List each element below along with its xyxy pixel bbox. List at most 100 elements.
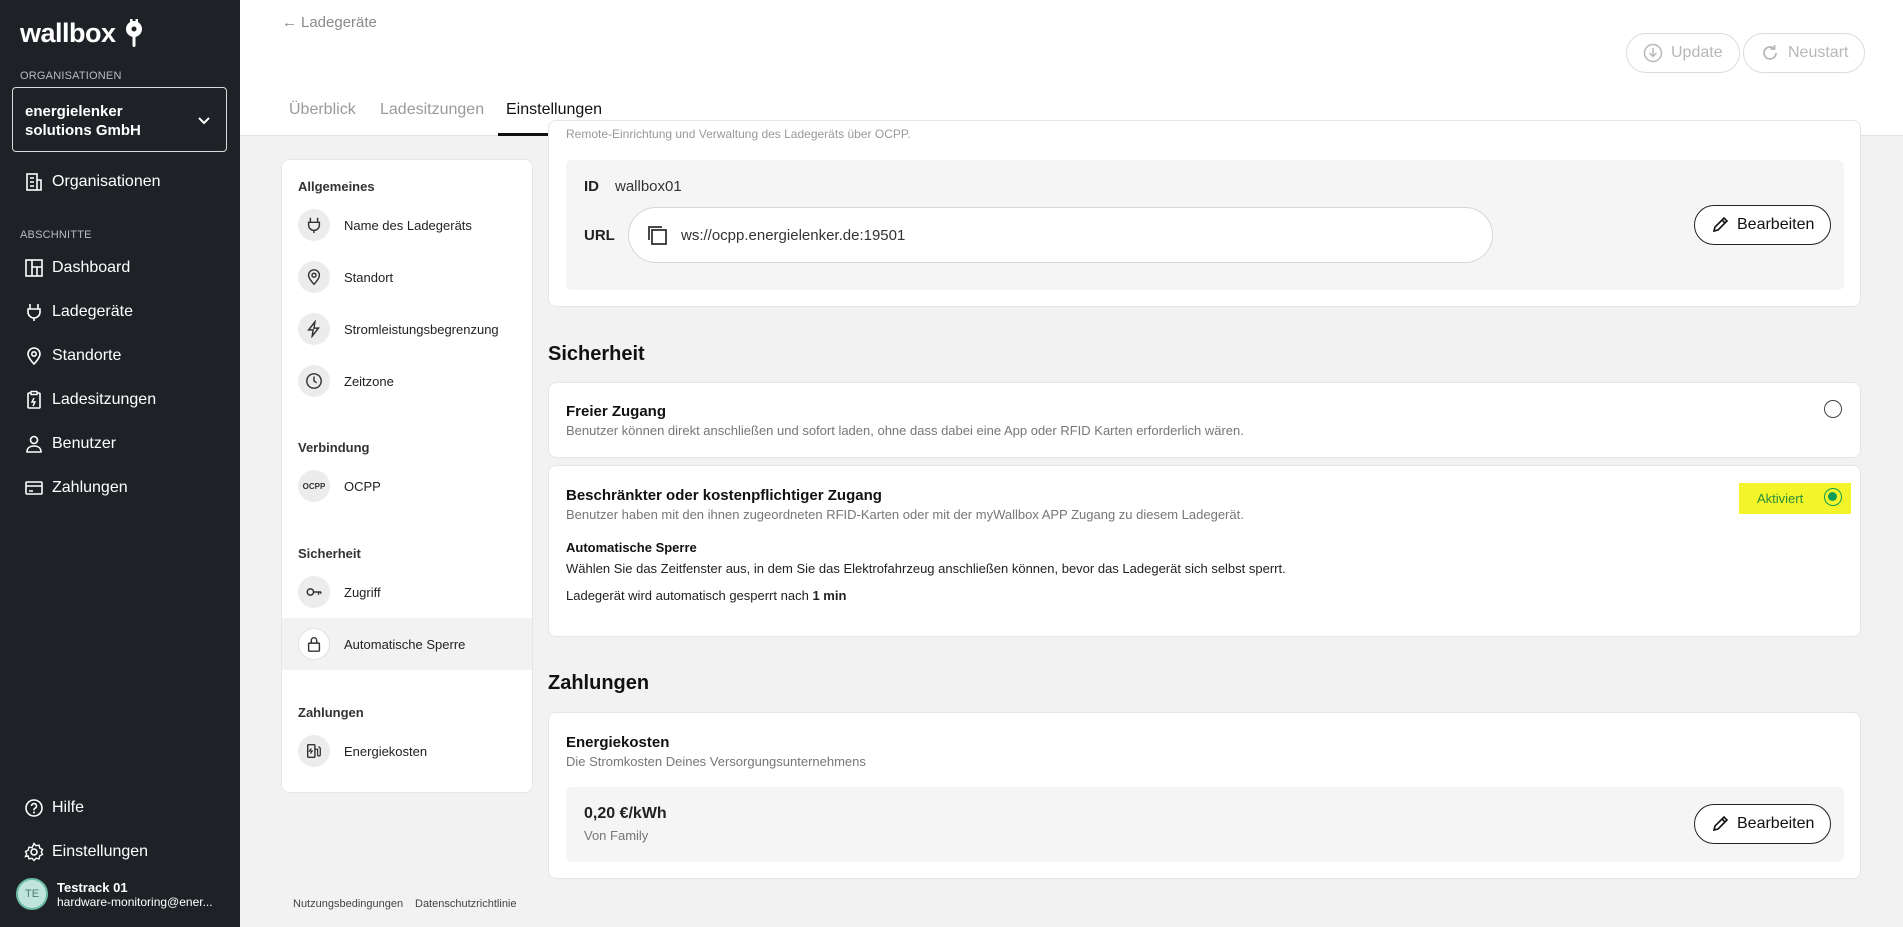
- sidebar-item-label: Ladesitzungen: [52, 391, 157, 408]
- wallbox-logo[interactable]: wallbox: [20, 18, 148, 49]
- sidebar-item-label: Dashboard: [52, 259, 131, 276]
- ocpp-edit-button[interactable]: Bearbeiten: [1694, 205, 1832, 245]
- settings-item-label: Automatische Sperre: [344, 636, 466, 652]
- settings-item-automatische-sperre[interactable]: Automatische Sperre: [282, 618, 532, 670]
- page-header: ← Ladegeräte Update Neustart Überblick L…: [240, 0, 1903, 136]
- user-email: hardware-monitoring@ener...: [57, 894, 213, 909]
- privacy-link[interactable]: Datenschutzrichtlinie: [415, 898, 517, 910]
- sections-label: ABSCHNITTE: [20, 229, 92, 241]
- sidebar: wallbox ORGANISATIONEN energielenker sol…: [0, 0, 240, 927]
- sidebar-item-label: Organisationen: [52, 173, 161, 190]
- sidebar-item-label: Einstellungen: [52, 843, 149, 860]
- auto-lock-description: Wählen Sie das Zeitfenster aus, in dem S…: [566, 561, 1286, 576]
- sidebar-item-einstellungen[interactable]: Einstellungen: [12, 835, 228, 869]
- settings-item-ocpp[interactable]: OCPP OCPP: [282, 460, 532, 512]
- terms-link[interactable]: Nutzungsbedingungen: [293, 898, 403, 910]
- restart-button-label: Neustart: [1788, 44, 1849, 61]
- update-button[interactable]: Update: [1626, 33, 1740, 73]
- energy-price-box: 0,20 €/kWh Von Family Bearbeiten: [566, 787, 1844, 862]
- sidebar-item-label: Standorte: [52, 347, 122, 364]
- settings-item-name[interactable]: Name des Ladegeräts: [282, 199, 532, 251]
- energy-edit-label: Bearbeiten: [1737, 815, 1815, 832]
- tab-ladesitzungen[interactable]: Ladesitzungen: [380, 101, 484, 119]
- user-profile[interactable]: TE Testrack 01 hardware-monitoring@ener.…: [16, 878, 213, 910]
- auto-lock-prefix: Ladegerät wird automatisch gesperrt nach: [566, 588, 809, 603]
- settings-item-label: Zeitzone: [344, 373, 394, 389]
- chevron-down-icon: [198, 117, 210, 125]
- settings-item-label: Standort: [344, 269, 394, 285]
- organisation-selector[interactable]: energielenker solutions GmbH: [12, 87, 227, 152]
- sidebar-item-dashboard[interactable]: Dashboard: [12, 251, 228, 285]
- bolt-icon: [298, 313, 330, 345]
- pencil-icon: [1712, 815, 1729, 832]
- restricted-access-radio[interactable]: [1824, 488, 1842, 506]
- lock-icon: [298, 628, 330, 660]
- settings-group-sicherheit: Sicherheit: [298, 546, 361, 561]
- ocpp-url-label: URL: [584, 227, 615, 244]
- restricted-access-title: Beschränkter oder kostenpflichtiger Zuga…: [566, 487, 882, 504]
- settings-group-zahlungen: Zahlungen: [298, 705, 364, 720]
- download-circle-icon: [1643, 43, 1663, 63]
- sidebar-item-label: Zahlungen: [52, 479, 128, 496]
- settings-item-label: Stromleistungsbegrenzung: [344, 321, 499, 337]
- auto-lock-value: 1 min: [812, 588, 847, 603]
- settings-item-zugriff[interactable]: Zugriff: [282, 566, 532, 618]
- avatar: TE: [16, 878, 48, 910]
- ocpp-card: Remote-Einrichtung und Verwaltung des La…: [548, 120, 1861, 307]
- sidebar-item-hilfe[interactable]: Hilfe: [12, 791, 228, 825]
- clock-icon: [298, 365, 330, 397]
- settings-item-zeitzone[interactable]: Zeitzone: [282, 355, 532, 407]
- settings-item-stromleistung[interactable]: Stromleistungsbegrenzung: [282, 303, 532, 355]
- gear-icon: [24, 842, 44, 862]
- restart-button[interactable]: Neustart: [1743, 33, 1866, 73]
- organisation-name: energielenker solutions GmbH: [25, 103, 141, 139]
- energy-edit-button[interactable]: Bearbeiten: [1694, 804, 1832, 844]
- sidebar-item-organisationen[interactable]: Organisationen: [12, 165, 228, 199]
- free-access-card[interactable]: Freier Zugang Benutzer können direkt ans…: [548, 382, 1861, 458]
- sidebar-item-label: Ladegeräte: [52, 303, 133, 320]
- ocpp-connection-box: ID wallbox01 URL ws://ocpp.energielenker…: [566, 160, 1844, 290]
- settings-item-standort[interactable]: Standort: [282, 251, 532, 303]
- restricted-access-description: Benutzer haben mit den ihnen zugeordnete…: [566, 507, 1244, 522]
- settings-nav: Allgemeines Name des Ladegeräts Standort…: [281, 159, 533, 793]
- ocpp-url-field[interactable]: ws://ocpp.energielenker.de:19501: [628, 207, 1493, 263]
- charger-icon: [298, 735, 330, 767]
- energy-cost-card: Energiekosten Die Stromkosten Deines Ver…: [548, 712, 1861, 879]
- restricted-access-card[interactable]: Beschränkter oder kostenpflichtiger Zuga…: [548, 465, 1861, 637]
- ocpp-url-value: ws://ocpp.energielenker.de:19501: [681, 226, 906, 244]
- energy-cost-description: Die Stromkosten Deines Versorgungsuntern…: [566, 754, 866, 769]
- settings-item-label: OCPP: [344, 478, 381, 494]
- plug-icon: [27, 304, 41, 321]
- sidebar-item-ladesitzungen[interactable]: Ladesitzungen: [12, 383, 228, 417]
- sidebar-item-standorte[interactable]: Standorte: [12, 339, 228, 373]
- free-access-title: Freier Zugang: [566, 403, 667, 420]
- sidebar-item-ladegeraete[interactable]: Ladegeräte: [12, 295, 228, 329]
- payments-heading: Zahlungen: [548, 672, 650, 694]
- energy-price: 0,20 €/kWh: [584, 805, 667, 822]
- settings-item-label: Zugriff: [344, 584, 381, 600]
- settings-group-allgemeines: Allgemeines: [298, 179, 375, 194]
- ocpp-icon-text: OCPP: [302, 481, 326, 491]
- auto-lock-title: Automatische Sperre: [566, 540, 697, 555]
- update-button-label: Update: [1671, 44, 1723, 61]
- ocpp-id-value: wallbox01: [615, 178, 682, 195]
- ocpp-icon: OCPP: [298, 470, 330, 502]
- energy-cost-title: Energiekosten: [566, 734, 670, 751]
- location-icon: [298, 261, 330, 293]
- sidebar-item-benutzer[interactable]: Benutzer: [12, 427, 228, 461]
- tab-einstellungen[interactable]: Einstellungen: [506, 101, 602, 119]
- settings-item-label: Name des Ladegeräts: [344, 217, 472, 233]
- security-heading: Sicherheit: [548, 343, 645, 365]
- pencil-icon: [1712, 216, 1729, 233]
- free-access-radio[interactable]: [1824, 400, 1842, 418]
- arrow-left-icon: ←: [282, 14, 297, 31]
- sidebar-item-zahlungen[interactable]: Zahlungen: [12, 471, 228, 505]
- copy-icon[interactable]: [645, 223, 669, 247]
- ocpp-id-label: ID: [584, 178, 599, 195]
- back-link[interactable]: ← Ladegeräte: [282, 14, 377, 31]
- tab-ueberblick[interactable]: Überblick: [289, 101, 356, 119]
- sidebar-item-label: Hilfe: [52, 799, 85, 816]
- wallbox-plug-logo-icon: [125, 18, 142, 47]
- free-access-description: Benutzer können direkt anschließen und s…: [566, 423, 1244, 438]
- settings-item-energiekosten[interactable]: Energiekosten: [282, 725, 532, 777]
